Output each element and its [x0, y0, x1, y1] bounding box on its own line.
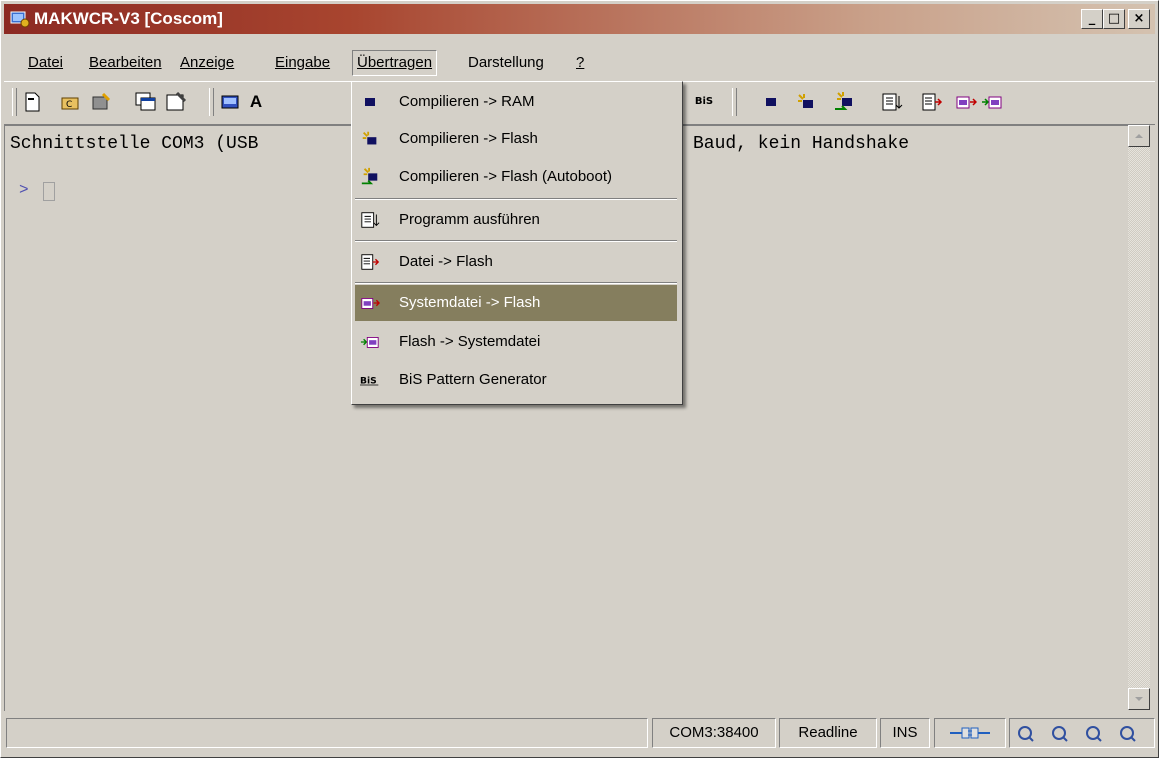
prompt-marker: >	[19, 181, 29, 199]
menu-item-label: Flash -> Systemdatei	[399, 333, 541, 350]
systemfile-to-flash-icon	[360, 293, 380, 313]
systemfile-to-flash-toolbar-icon[interactable]	[954, 90, 978, 114]
menu-item-label: Compilieren -> Flash (Autoboot)	[399, 168, 613, 185]
run-program-icon	[360, 210, 380, 230]
menu-item-label: Compilieren -> RAM	[399, 93, 535, 110]
menu-separator	[355, 240, 677, 242]
terminal-line-left: Schnittstelle COM3 (USB	[10, 134, 259, 154]
maximize-button[interactable]: □	[1103, 9, 1125, 29]
text-cursor	[43, 182, 55, 201]
menu-item-label: Systemdatei -> Flash	[399, 294, 541, 311]
menu-datei[interactable]: Datei	[24, 51, 67, 75]
svg-text:C: C	[66, 100, 72, 110]
compile-autoboot-icon[interactable]	[832, 90, 856, 114]
file-to-flash-icon	[360, 252, 380, 272]
connection-plug-icon[interactable]	[934, 718, 1006, 748]
led-1-icon	[1016, 719, 1036, 754]
run-program-toolbar-icon[interactable]	[880, 90, 904, 114]
menu-uebertragen[interactable]: Übertragen	[352, 50, 438, 76]
status-ins: INS	[880, 718, 930, 748]
window-title: MAKWCR-V3 [Coscom]	[34, 9, 223, 28]
chip-autoboot-icon	[360, 167, 380, 187]
flash-to-systemfile-toolbar-icon[interactable]	[980, 90, 1004, 114]
menu-item-compile-autoboot[interactable]: Compilieren -> Flash (Autoboot)	[355, 159, 677, 195]
scroll-up-button[interactable]	[1128, 125, 1150, 147]
menu-separator	[355, 282, 677, 284]
status-message-panel	[6, 718, 648, 748]
chip-sparkle-icon	[360, 129, 380, 149]
menu-item-flash-to-systemfile[interactable]: Flash -> Systemdatei	[355, 324, 677, 360]
minimize-button[interactable]: _	[1081, 9, 1103, 29]
menu-item-label: Programm ausführen	[399, 211, 540, 228]
bis-toolbar-button[interactable]: BiS	[692, 90, 716, 114]
menu-item-compile-ram[interactable]: Compilieren -> RAM	[355, 84, 677, 120]
flash-to-systemfile-icon	[360, 332, 380, 352]
menu-bar: Datei Bearbeiten Anzeige Eingabe Übertra…	[4, 47, 1155, 77]
status-mode: Readline	[779, 718, 877, 748]
menu-item-systemfile-to-flash[interactable]: Systemdatei -> Flash	[355, 285, 677, 321]
open-icon[interactable]: C	[59, 90, 83, 114]
title-bar[interactable]: MAKWCR-V3 [Coscom] _ □ ×	[4, 4, 1155, 34]
led-3-icon	[1084, 719, 1104, 754]
terminal-icon[interactable]	[218, 90, 242, 114]
new-file-icon[interactable]	[20, 90, 44, 114]
terminal-line-right: Baud, kein Handshake	[693, 134, 910, 154]
copy-window-icon[interactable]	[134, 90, 158, 114]
compile-flash-icon[interactable]	[794, 90, 818, 114]
toolbar-grip[interactable]	[12, 88, 17, 116]
menu-bearbeiten[interactable]: Bearbeiten	[85, 51, 166, 75]
compile-ram-icon[interactable]	[759, 90, 783, 114]
close-button[interactable]: ×	[1128, 9, 1150, 29]
vertical-scrollbar[interactable]	[1128, 125, 1150, 710]
app-icon[interactable]	[10, 10, 30, 28]
status-bar: COM3:38400 Readline INS	[4, 715, 1155, 751]
save-icon[interactable]	[89, 90, 113, 114]
menu-separator	[355, 198, 677, 200]
file-to-flash-toolbar-icon[interactable]	[920, 90, 944, 114]
menu-anzeige[interactable]: Anzeige	[176, 51, 238, 75]
toolbar-grip-3[interactable]	[732, 88, 737, 116]
scroll-down-icon	[1135, 697, 1143, 701]
chip-icon	[360, 92, 380, 112]
menu-item-compile-flash[interactable]: Compilieren -> Flash	[355, 121, 677, 157]
toolbar-grip-2[interactable]	[209, 88, 214, 116]
led-4-icon	[1118, 719, 1138, 754]
menu-item-label: Compilieren -> Flash	[399, 130, 538, 147]
menu-item-file-to-flash[interactable]: Datei -> Flash	[355, 244, 677, 280]
menu-darstellung[interactable]: Darstellung	[464, 51, 548, 75]
menu-item-bis-pattern-generator[interactable]: BiS BiS Pattern Generator	[355, 362, 677, 398]
properties-icon[interactable]	[164, 90, 188, 114]
menu-item-label: Datei -> Flash	[399, 253, 493, 270]
menu-item-label: BiS Pattern Generator	[399, 371, 547, 388]
scroll-down-button[interactable]	[1128, 688, 1150, 710]
status-port: COM3:38400	[652, 718, 776, 748]
menu-eingabe[interactable]: Eingabe	[271, 51, 334, 75]
text-mode-button[interactable]: A	[244, 90, 268, 114]
menu-item-run-program[interactable]: Programm ausführen	[355, 202, 677, 238]
led-2-icon	[1050, 719, 1070, 754]
bis-icon: BiS	[360, 370, 380, 390]
scroll-up-icon	[1135, 134, 1143, 138]
status-leds-panel	[1009, 718, 1155, 748]
main-window: MAKWCR-V3 [Coscom] _ □ × Datei Bearbeite…	[0, 0, 1159, 758]
uebertragen-dropdown-menu: Compilieren -> RAM Compilieren -> Flash …	[351, 81, 683, 405]
menu-help[interactable]: ?	[572, 51, 588, 75]
